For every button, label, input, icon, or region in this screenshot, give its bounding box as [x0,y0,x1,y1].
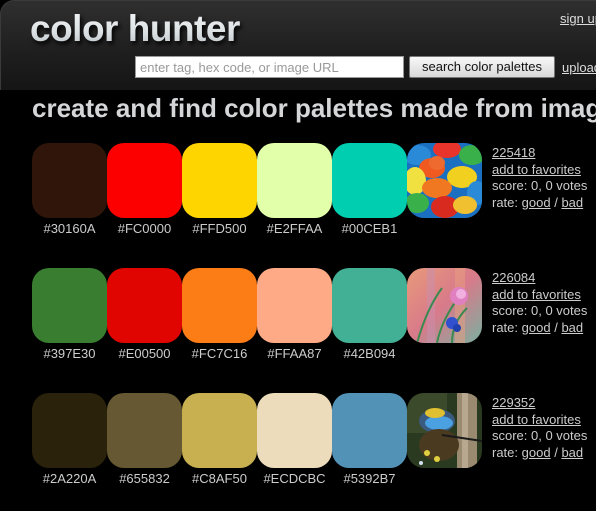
palette-row: #30160A #FC0000 #FFD500 #E2FFAA #00CEB1 [32,143,596,243]
dragonfly-thumbnail[interactable] [407,393,482,468]
color-swatch[interactable]: #655832 [107,393,182,486]
rate-good-link[interactable]: good [522,195,551,210]
rate-label: rate: [492,444,519,460]
search-button[interactable]: search color palettes [409,56,555,78]
swatch-color[interactable] [332,393,407,468]
flowers-thumbnail[interactable] [407,268,482,343]
rate-label: rate: [492,319,519,335]
palette-info: 229352 add to favorites score: 0, 0 vote… [492,395,587,461]
page-tagline: create and find color palettes made from… [32,93,596,123]
swatch-color[interactable] [257,143,332,218]
rate-good-link[interactable]: good [522,445,551,460]
swatch-color[interactable] [32,268,107,343]
swatch-color[interactable] [182,268,257,343]
hex-label: #E00500 [118,346,171,361]
swatch-color[interactable] [107,393,182,468]
add-to-favorites-link[interactable]: add to favorites [492,162,581,177]
rate-separator: / [554,319,558,335]
rate-separator: / [554,194,558,210]
rate-bad-link[interactable]: bad [561,195,583,210]
hex-label: #30160A [43,221,96,236]
rate-bad-link[interactable]: bad [561,320,583,335]
score-text: score: 0, 0 votes [492,303,588,318]
score-text: score: 0, 0 votes [492,178,588,193]
hex-label: #655832 [119,471,170,486]
swatch-color[interactable] [182,143,257,218]
hex-label: #E2FFAA [266,221,323,236]
swatch-color[interactable] [332,268,407,343]
rate-good-link[interactable]: good [522,320,551,335]
hex-label: #C8AF50 [192,471,247,486]
sign-up-link[interactable]: sign up [560,11,596,26]
logo[interactable]: color hunter [30,8,240,50]
candy-thumbnail[interactable] [407,143,482,218]
swatch-color[interactable] [332,143,407,218]
palette-id-link[interactable]: 225418 [492,145,535,160]
hex-label: #ECDCBC [263,471,326,486]
color-swatch[interactable]: #E00500 [107,268,182,361]
hex-label: #2A220A [42,471,97,486]
color-swatch[interactable]: #42B094 [332,268,407,361]
color-swatch[interactable]: #00CEB1 [332,143,407,236]
hex-label: #5392B7 [343,471,396,486]
search-input[interactable] [135,56,404,78]
swatch-color[interactable] [32,393,107,468]
rate-label: rate: [492,194,519,210]
rate-bad-link[interactable]: bad [561,445,583,460]
swatch-color[interactable] [107,268,182,343]
upload-link[interactable]: upload [562,60,596,75]
color-swatch[interactable]: #397E30 [32,268,107,361]
palette-id-link[interactable]: 229352 [492,395,535,410]
swatch-color[interactable] [257,393,332,468]
hex-label: #FC0000 [117,221,172,236]
palette-info: 225418 add to favorites score: 0, 0 vote… [492,145,587,211]
color-swatch[interactable]: #5392B7 [332,393,407,486]
hex-label: #FC7C16 [191,346,248,361]
rate-separator: / [554,444,558,460]
palette-info: 226084 add to favorites score: 0, 0 vote… [492,270,587,336]
color-swatch[interactable]: #FC0000 [107,143,182,236]
color-swatch[interactable]: #FFD500 [182,143,257,236]
color-swatch[interactable]: #2A220A [32,393,107,486]
color-swatch[interactable]: #FC7C16 [182,268,257,361]
palette-row: #397E30 #E00500 #FC7C16 #FFAA87 #42B094 [32,268,596,368]
hex-label: #00CEB1 [341,221,398,236]
hex-label: #42B094 [343,346,396,361]
color-swatch[interactable]: #FFAA87 [257,268,332,361]
color-swatch[interactable]: #30160A [32,143,107,236]
palette-id-link[interactable]: 226084 [492,270,535,285]
hex-label: #FFD500 [192,221,247,236]
color-swatch[interactable]: #E2FFAA [257,143,332,236]
score-text: score: 0, 0 votes [492,428,588,443]
swatch-color[interactable] [107,143,182,218]
color-swatch[interactable]: #C8AF50 [182,393,257,486]
swatch-color[interactable] [32,143,107,218]
add-to-favorites-link[interactable]: add to favorites [492,287,581,302]
color-swatch[interactable]: #ECDCBC [257,393,332,486]
hex-label: #FFAA87 [267,346,322,361]
hex-label: #397E30 [43,346,96,361]
palette-row: #2A220A #655832 #C8AF50 #ECDCBC #5392B7 [32,393,596,493]
swatch-color[interactable] [182,393,257,468]
swatch-color[interactable] [257,268,332,343]
add-to-favorites-link[interactable]: add to favorites [492,412,581,427]
